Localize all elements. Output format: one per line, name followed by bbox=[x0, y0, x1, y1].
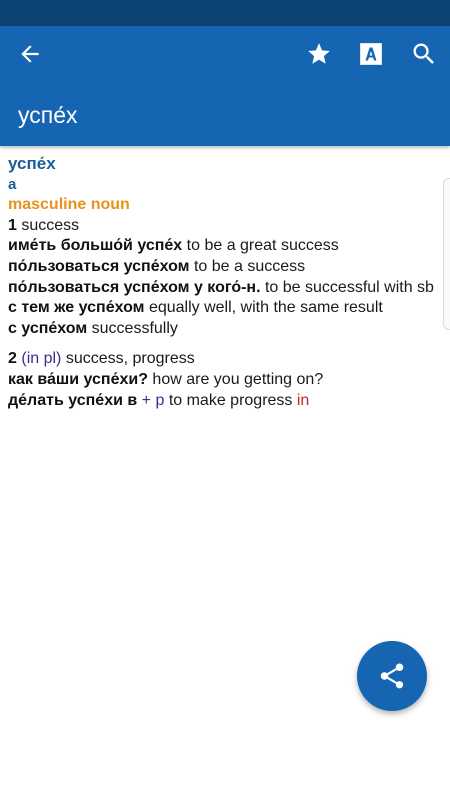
phrase: име́ть большо́й успе́х to be a great suc… bbox=[8, 236, 434, 257]
phrase-english: to be a success bbox=[193, 257, 306, 275]
phrase: по́льзоваться успе́хом у кого́-н. to be … bbox=[8, 278, 434, 299]
sense-number: 2 bbox=[8, 350, 17, 368]
phrase: де́лать успе́хи в + p to make progress i… bbox=[8, 391, 434, 412]
sense-separator bbox=[8, 339, 434, 349]
share-icon bbox=[380, 663, 404, 689]
page-title: успе́х bbox=[18, 102, 78, 128]
phrase-english: to make progress bbox=[168, 391, 293, 409]
sense-2: 2 (in pl) success, progress bbox=[8, 349, 434, 370]
phrase-english: how are you getting on? bbox=[152, 370, 324, 388]
sense-1: 1 success bbox=[8, 216, 434, 237]
star-icon bbox=[308, 43, 330, 64]
sense-gloss: success, progress bbox=[65, 350, 195, 368]
arrow-back-icon bbox=[21, 45, 39, 63]
sense-gloss: success bbox=[21, 216, 80, 234]
phrase-russian: име́ть большо́й успе́х bbox=[8, 237, 183, 255]
dictionary-entry: успе́х a masculine noun 1 success име́ть… bbox=[8, 154, 434, 411]
headword: успе́х bbox=[8, 154, 56, 173]
phrase-english: to be a great success bbox=[186, 237, 339, 255]
font-a-icon bbox=[360, 43, 382, 65]
part-of-speech: masculine noun bbox=[8, 196, 130, 214]
phrase: с успе́хом successfully bbox=[8, 319, 434, 340]
phrase: по́льзоваться успе́хом to be a success bbox=[8, 257, 434, 278]
scroll-edge-handle[interactable] bbox=[443, 178, 450, 330]
phrase-english: equally well, with the same result bbox=[148, 299, 383, 317]
sense-number: 1 bbox=[8, 216, 17, 234]
phrase-english: successfully bbox=[91, 319, 178, 337]
phrase-russian: с успе́хом bbox=[8, 319, 88, 337]
favorite-button[interactable] bbox=[295, 30, 343, 78]
font-size-button[interactable] bbox=[347, 30, 395, 78]
phrase: с тем же успе́хом equally well, with the… bbox=[8, 298, 434, 319]
phrase-english-preposition: in bbox=[296, 391, 310, 409]
phrase-english: to be successful with sb bbox=[264, 278, 434, 296]
status-bar bbox=[0, 0, 450, 26]
case-marker: + p bbox=[141, 391, 165, 409]
phrase: как ва́ши успе́хи? how are you getting o… bbox=[8, 370, 434, 391]
phrase-russian: по́льзоваться успе́хом у кого́-н. bbox=[8, 278, 261, 296]
phrase-russian: как ва́ши успе́хи? bbox=[8, 370, 148, 388]
stress-class: a bbox=[8, 175, 17, 193]
app-bar: успе́х bbox=[0, 26, 450, 146]
phrase-russian: де́лать успе́хи в bbox=[8, 391, 138, 409]
back-button[interactable] bbox=[6, 30, 54, 78]
search-icon bbox=[413, 43, 434, 64]
search-button[interactable] bbox=[400, 30, 448, 78]
usage-label: (in pl) bbox=[21, 350, 62, 368]
phrase-russian: с тем же успе́хом bbox=[8, 299, 145, 317]
phrase-russian: по́льзоваться успе́хом bbox=[8, 257, 190, 275]
share-button[interactable] bbox=[357, 641, 427, 711]
